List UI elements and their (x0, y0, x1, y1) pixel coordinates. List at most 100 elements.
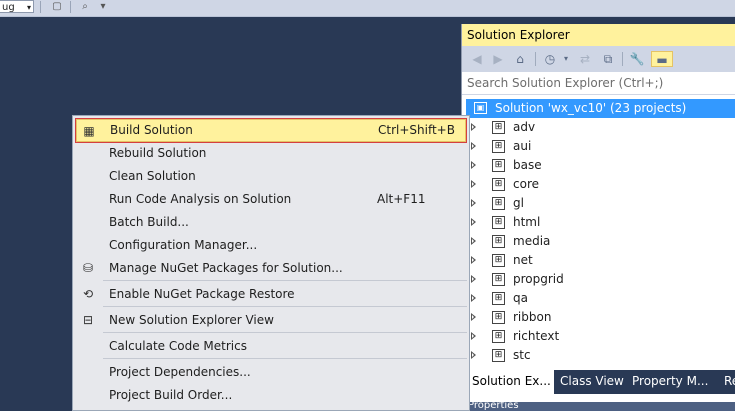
back-icon[interactable]: ◀ (469, 51, 485, 67)
project-icon: ⊞ (492, 292, 505, 305)
tree-project-node[interactable]: ⊞ gl (462, 194, 735, 213)
project-icon: ⊞ (492, 140, 505, 153)
project-label: stc (513, 348, 531, 362)
configuration-value: ug (2, 2, 15, 13)
project-icon: ⊞ (492, 349, 505, 362)
toolbar-separator (40, 1, 41, 13)
menu-item-label: Build Solution (110, 123, 193, 137)
expand-arrow-icon[interactable] (471, 256, 476, 264)
pin-icon[interactable]: ▬ (651, 51, 673, 67)
solution-explorer-tabs: Solution Ex... Class View Property M... … (462, 370, 735, 394)
menu-item-label: New Solution Explorer View (109, 313, 274, 327)
collapse-all-icon[interactable]: ⧉ (600, 51, 616, 67)
tree-project-node[interactable]: ⊞ base (462, 156, 735, 175)
solution-explorer-title: Solution Explorer (462, 24, 735, 46)
tree-project-node[interactable]: ⊞ aui (462, 137, 735, 156)
tab-property-manager[interactable]: Property M... (626, 370, 718, 392)
expand-arrow-icon[interactable] (471, 161, 476, 169)
main-toolbar: ug ▾ ▢ ⌕ ▾ (0, 0, 735, 17)
tree-project-node[interactable]: ⊞ stc (462, 346, 735, 365)
properties-title: Properties (468, 400, 519, 411)
menu-item[interactable]: Run Code Analysis on Solution Alt+F11 (76, 188, 466, 211)
solution-explorer-toolbar: ◀ ▶ ⌂ ◷ ▾ ⇄ ⧉ 🔧 ▬ (462, 46, 735, 72)
expand-arrow-icon[interactable] (471, 142, 476, 150)
menu-separator (103, 306, 467, 307)
expand-arrow-icon[interactable] (471, 294, 476, 302)
menu-item-label: Calculate Code Metrics (109, 339, 247, 353)
menu-item[interactable]: Project Build Order... (76, 384, 466, 407)
tab-solution-explorer[interactable]: Solution Ex... (466, 370, 554, 394)
expand-arrow-icon[interactable] (471, 218, 476, 226)
tree-project-node[interactable]: ⊞ adv (462, 118, 735, 137)
menu-item[interactable]: ⊟ New Solution Explorer View (76, 309, 466, 332)
toolbar-separator (70, 1, 71, 13)
project-icon: ⊞ (492, 197, 505, 210)
project-label: gl (513, 196, 524, 210)
menu-item[interactable]: ▦ Build Solution Ctrl+Shift+B (75, 118, 467, 143)
expand-arrow-icon[interactable] (471, 199, 476, 207)
menu-item[interactable]: Project Dependencies... (76, 361, 466, 384)
tree-project-node[interactable]: ⊞ propgrid (462, 270, 735, 289)
search-icon[interactable]: ⌕ (78, 0, 92, 14)
tree-project-node[interactable]: ⊞ html (462, 213, 735, 232)
project-icon: ⊞ (492, 330, 505, 343)
tree-project-node[interactable]: ⊞ qa (462, 289, 735, 308)
project-label: core (513, 177, 539, 191)
tree-project-node[interactable]: ⊞ net (462, 251, 735, 270)
menu-item-label: Configuration Manager... (109, 238, 258, 252)
menu-item[interactable]: Configuration Manager... (76, 234, 466, 257)
expand-arrow-icon[interactable] (471, 275, 476, 283)
expand-arrow-icon[interactable] (471, 180, 476, 188)
project-icon: ⊞ (492, 216, 505, 229)
menu-item-label: Run Code Analysis on Solution (109, 192, 292, 206)
project-label: html (513, 215, 541, 229)
expand-arrow-icon[interactable] (471, 123, 476, 131)
project-label: propgrid (513, 272, 564, 286)
toolbar-separator (622, 52, 623, 66)
menu-item[interactable]: Batch Build... (76, 211, 466, 234)
expand-arrow-icon[interactable] (471, 332, 476, 340)
forward-icon[interactable]: ▶ (490, 51, 506, 67)
sync-icon[interactable]: ⇄ (577, 51, 593, 67)
solution-explorer-search-input[interactable]: Search Solution Explorer (Ctrl+;) (462, 72, 735, 95)
tree-project-node[interactable]: ⊞ core (462, 175, 735, 194)
chevron-down-icon[interactable]: ▾ (558, 51, 574, 67)
project-label: media (513, 234, 551, 248)
menu-item-shortcut: Ctrl+Shift+B (378, 123, 455, 137)
tree-project-node[interactable]: ⊞ ribbon (462, 308, 735, 327)
home-icon[interactable]: ⌂ (512, 51, 528, 67)
solution-explorer-panel: Solution Explorer ◀ ▶ ⌂ ◷ ▾ ⇄ ⧉ 🔧 ▬ Sear… (461, 24, 735, 411)
solution-icon: ▣ (474, 102, 487, 114)
expand-arrow-icon[interactable] (471, 313, 476, 321)
nuget-icon: ⛁ (82, 261, 94, 275)
menu-item[interactable]: Calculate Code Metrics (76, 335, 466, 358)
project-label: adv (513, 120, 536, 134)
menu-item[interactable]: ⛁ Manage NuGet Packages for Solution... (76, 257, 466, 280)
project-label: base (513, 158, 542, 172)
tree-project-node[interactable]: ⊞ richtext (462, 327, 735, 346)
menu-item-label: Clean Solution (109, 169, 196, 183)
tree-project-node[interactable]: ⊞ media (462, 232, 735, 251)
pending-changes-icon[interactable]: ◷ (542, 51, 558, 67)
project-icon: ⊞ (492, 235, 505, 248)
menu-item-label: Project Dependencies... (109, 365, 251, 379)
solution-root-node[interactable]: ▣ Solution 'wx_vc10' (23 projects) (466, 99, 735, 118)
project-icon: ⊞ (492, 273, 505, 286)
menu-item-label: Batch Build... (109, 215, 189, 229)
project-label: ribbon (513, 310, 552, 324)
menu-item[interactable]: Clean Solution (76, 165, 466, 188)
project-label: qa (513, 291, 528, 305)
menu-item-label: Project Build Order... (109, 388, 233, 402)
tab-class-view[interactable]: Class View (554, 370, 626, 392)
find-icon[interactable]: ▢ (50, 0, 64, 14)
tab-resource-view[interactable]: Re (718, 370, 735, 392)
menu-separator (103, 332, 467, 333)
project-icon: ⊞ (492, 121, 505, 134)
expand-arrow-icon[interactable] (471, 351, 476, 359)
menu-item[interactable]: ⟲ Enable NuGet Package Restore (76, 283, 466, 306)
properties-wrench-icon[interactable]: 🔧 (629, 51, 645, 67)
expand-arrow-icon[interactable] (471, 237, 476, 245)
menu-item[interactable]: Rebuild Solution (76, 142, 466, 165)
toolbar-overflow-icon[interactable]: ▾ (96, 0, 110, 14)
configuration-combo[interactable]: ug ▾ (0, 0, 34, 13)
